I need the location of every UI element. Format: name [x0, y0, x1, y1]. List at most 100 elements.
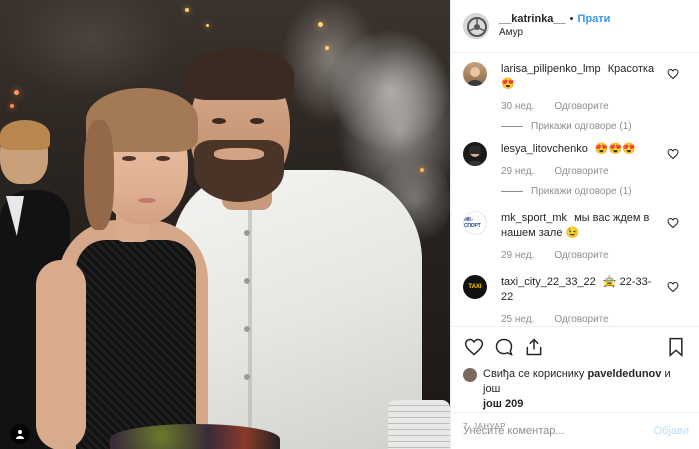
- replies-line: [501, 191, 523, 192]
- bokeh-light: [318, 22, 323, 27]
- comment-text: lesya_litovchenko 😍😍😍: [501, 142, 687, 157]
- mk-sport-logo: MK-СПОРТ: [464, 217, 481, 229]
- view-replies-label: Прикажи одговоре (1): [531, 121, 632, 132]
- like-button[interactable]: [463, 336, 485, 358]
- reply-button[interactable]: Одговорите: [554, 101, 608, 112]
- commenter-avatar[interactable]: TAXI: [463, 275, 487, 299]
- man-shirt: [172, 170, 422, 449]
- comment-username[interactable]: taxi_city_22_33_22: [501, 276, 596, 288]
- speech-bubble-icon: [495, 338, 513, 356]
- woman-arm: [36, 260, 86, 449]
- shirt-button: [244, 374, 250, 380]
- woman-hair-side: [84, 120, 114, 230]
- reply-button[interactable]: Одговорите: [554, 250, 608, 261]
- view-replies-label: Прикажи одговоре (1): [531, 186, 632, 197]
- comment-like-heart-icon[interactable]: [667, 148, 679, 160]
- commenter-avatar[interactable]: MK-СПОРТ: [463, 211, 487, 235]
- author-avatar[interactable]: [463, 13, 489, 39]
- comment-body: 😍😍😍: [594, 143, 636, 155]
- comment-age[interactable]: 29 нед.: [501, 250, 534, 261]
- liker-avatar[interactable]: [463, 368, 477, 382]
- comment-meta: 30 нед. Одговорите: [501, 101, 687, 112]
- save-button[interactable]: [665, 336, 687, 358]
- plates-stack: [388, 400, 450, 449]
- comment-input[interactable]: [463, 425, 654, 437]
- view-replies-button[interactable]: Прикажи одговоре (1): [501, 121, 687, 132]
- comment-like-heart-icon[interactable]: [667, 68, 679, 80]
- man-hair: [186, 48, 294, 100]
- comment-meta: 25 нед. Одговорите: [501, 314, 687, 325]
- shirt-button: [244, 230, 250, 236]
- comment-meta: 29 нед. Одговорите: [501, 250, 687, 261]
- steering-wheel-icon: [467, 17, 487, 37]
- reply-button[interactable]: Одговорите: [554, 166, 608, 177]
- tagged-user-icon[interactable]: [10, 424, 30, 444]
- post-header: __katrinka__ • Прати Амур: [451, 0, 699, 53]
- bookmark-icon: [669, 337, 683, 357]
- dark-portrait-icon: [467, 145, 483, 166]
- add-comment-bar: Објави: [451, 412, 699, 449]
- comment-text: mk_sport_mk мы вас ждем в нашем зале 😉: [501, 211, 687, 241]
- comment-button[interactable]: [493, 336, 515, 358]
- woman-eye: [156, 156, 170, 161]
- woman-portrait-icon: [467, 67, 483, 86]
- comment-like-heart-icon[interactable]: [667, 217, 679, 229]
- comment-age[interactable]: 25 нед.: [501, 314, 534, 325]
- comment-item: larisa_pilipenko_lmp Красотка😍 30 нед. О…: [451, 54, 699, 132]
- commenter-avatar[interactable]: [463, 62, 487, 86]
- reply-button[interactable]: Одговорите: [554, 314, 608, 325]
- shirt-button: [244, 326, 250, 332]
- comment-username[interactable]: larisa_pilipenko_lmp: [501, 63, 601, 75]
- bokeh-light: [10, 104, 14, 108]
- woman-dress: [76, 240, 196, 449]
- follow-button[interactable]: Прати: [578, 12, 611, 26]
- likes-summary: Свиђа се кориснику paveldedunov и још јо…: [463, 367, 687, 412]
- likes-count-prefix: још: [483, 398, 505, 410]
- woman-eye: [122, 156, 136, 161]
- view-replies-button[interactable]: Прикажи одговоре (1): [501, 186, 687, 197]
- comment-username[interactable]: mk_sport_mk: [501, 212, 567, 224]
- likes-text[interactable]: Свиђа се кориснику paveldedunov и још јо…: [483, 367, 687, 412]
- comment-text: larisa_pilipenko_lmp Красотка😍: [501, 62, 687, 92]
- replies-line: [501, 126, 523, 127]
- comment-username[interactable]: lesya_litovchenko: [501, 143, 588, 155]
- bokeh-light: [325, 46, 329, 50]
- likes-count-text[interactable]: још 209: [483, 398, 523, 410]
- comment-like-heart-icon[interactable]: [667, 281, 679, 293]
- comment-text: taxi_city_22_33_22 🚖 22-33-22: [501, 275, 687, 305]
- food-plate: [110, 424, 280, 449]
- post-details-panel: __katrinka__ • Прати Амур larisa_pilipen…: [450, 0, 699, 449]
- author-row: __katrinka__ • Прати: [499, 12, 610, 26]
- bokeh-light: [206, 24, 209, 27]
- comment-age[interactable]: 30 нед.: [501, 101, 534, 112]
- man-mouth-area: [214, 148, 264, 160]
- author-username[interactable]: __katrinka__: [499, 12, 566, 26]
- author-info: __katrinka__ • Прати Амур: [499, 12, 610, 40]
- likes-count: 209: [505, 398, 524, 410]
- background-person-hair: [0, 120, 50, 150]
- bokeh-light: [185, 8, 189, 12]
- comment-item: lesya_litovchenko 😍😍😍 29 нед. Одговорите…: [451, 132, 699, 197]
- woman-lips: [138, 198, 156, 203]
- post-comment-button[interactable]: Објави: [654, 425, 689, 437]
- liker-username[interactable]: paveldedunov: [587, 368, 661, 380]
- separator-dot: •: [569, 13, 574, 25]
- taxi-logo: TAXI: [468, 284, 482, 290]
- bokeh-light: [14, 90, 19, 95]
- heart-outline-icon: [464, 338, 484, 356]
- post-photo[interactable]: [0, 0, 450, 449]
- share-upload-icon: [526, 338, 542, 356]
- comment-item: MK-СПОРТ mk_sport_mk мы вас ждем в нашем…: [451, 197, 699, 261]
- share-button[interactable]: [523, 336, 545, 358]
- location-link[interactable]: Амур: [499, 26, 610, 40]
- man-eye: [212, 118, 226, 124]
- comments-list[interactable]: larisa_pilipenko_lmp Красотка😍 30 нед. О…: [451, 54, 699, 326]
- comment-meta: 29 нед. Одговорите: [501, 166, 687, 177]
- likes-prefix: Свиђа се кориснику: [483, 368, 588, 380]
- man-eye: [250, 118, 264, 124]
- action-icons-row: [463, 335, 687, 359]
- comment-age[interactable]: 29 нед.: [501, 166, 534, 177]
- shirt-button: [244, 278, 250, 284]
- comment-item: TAXI taxi_city_22_33_22 🚖 22-33-22 25 не…: [451, 261, 699, 325]
- commenter-avatar[interactable]: [463, 142, 487, 166]
